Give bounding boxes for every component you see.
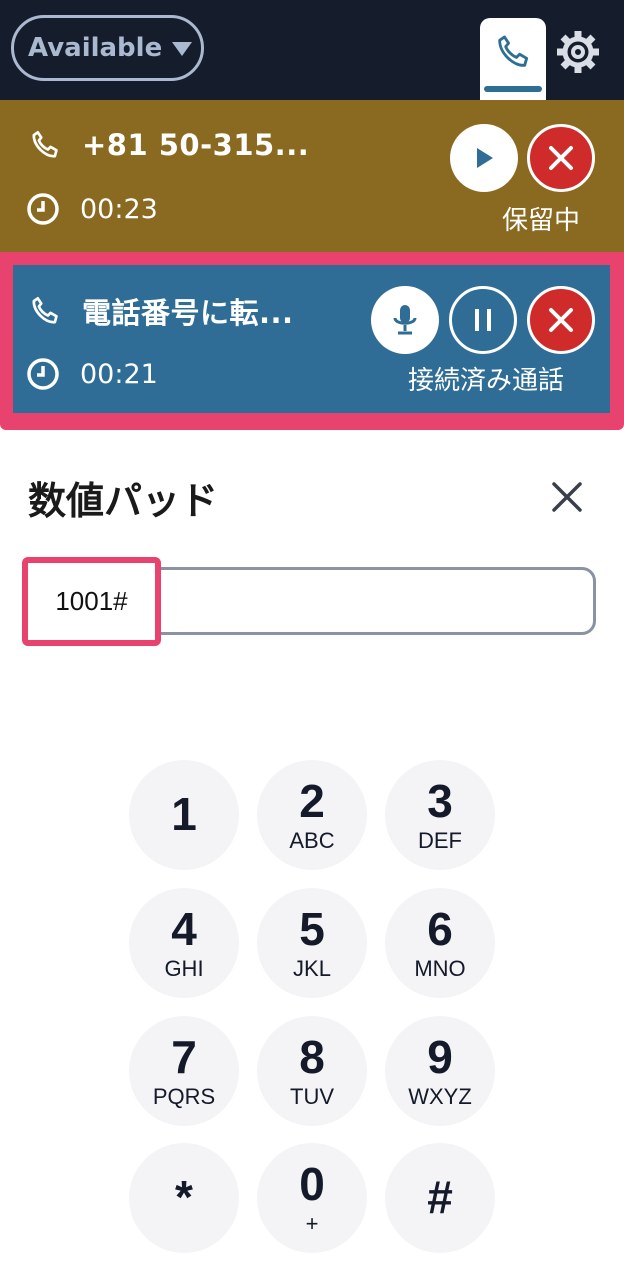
hold-button[interactable]	[449, 286, 517, 354]
pause-icon	[475, 309, 491, 331]
key-letters: TUV	[290, 1084, 334, 1109]
tab-active-indicator	[484, 86, 542, 92]
key-letters: JKL	[293, 956, 331, 981]
resume-button[interactable]	[450, 124, 518, 192]
call-card-on-hold: +81 50-315... 00:23 保留中	[0, 100, 624, 252]
keypad-key-1[interactable]: 1	[129, 760, 239, 870]
keypad-key-2[interactable]: 2 ABC	[257, 760, 367, 870]
keypad-key-6[interactable]: 6 MNO	[385, 888, 495, 998]
call-state-label: 保留中	[502, 206, 581, 236]
key-digit: 8	[299, 1031, 325, 1083]
dial-input-value: 1001#	[22, 557, 161, 646]
key-digit: 0	[299, 1158, 325, 1210]
key-digit: 5	[299, 903, 325, 955]
key-letters: MNO	[414, 956, 466, 981]
key-digit: 4	[171, 903, 197, 955]
caller-number: 電話番号に転...	[82, 296, 294, 330]
call-timer: 00:23	[80, 193, 158, 225]
keypad-key-8[interactable]: 8 TUV	[257, 1016, 367, 1126]
keypad-key-5[interactable]: 5 JKL	[257, 888, 367, 998]
phone-icon	[28, 128, 62, 162]
key-digit: 9	[427, 1031, 453, 1083]
keypad-key-9[interactable]: 9 WXYZ	[385, 1016, 495, 1126]
caret-down-icon	[172, 42, 193, 56]
key-letters: +	[305, 1211, 319, 1236]
close-icon	[549, 146, 573, 170]
key-letters: WXYZ	[408, 1084, 472, 1109]
call-timer: 00:21	[80, 358, 158, 390]
status-label: Available	[28, 33, 163, 63]
call-state-label: 接続済み通話	[408, 366, 565, 396]
tab-phone[interactable]	[480, 18, 546, 100]
gear-icon[interactable]	[554, 28, 602, 76]
clock-icon	[26, 357, 60, 391]
key-digit: #	[427, 1171, 453, 1223]
key-digit: *	[175, 1171, 193, 1223]
close-icon	[549, 308, 573, 332]
keypad-key-hash[interactable]: #	[385, 1143, 495, 1253]
close-icon[interactable]	[546, 476, 588, 518]
keypad-key-4[interactable]: 4 GHI	[129, 888, 239, 998]
keypad-key-7[interactable]: 7 PQRS	[129, 1016, 239, 1126]
key-digit: 6	[427, 903, 453, 955]
key-letters: PQRS	[152, 1084, 216, 1109]
end-call-button[interactable]	[527, 286, 595, 354]
key-letters: DEF	[418, 828, 462, 853]
key-digit: 7	[171, 1031, 197, 1083]
key-digit: 3	[427, 775, 453, 827]
end-call-button[interactable]	[527, 124, 595, 192]
keypad-key-0[interactable]: 0 +	[257, 1143, 367, 1253]
top-bar: Available	[0, 0, 624, 100]
phone-icon	[498, 35, 529, 67]
key-digit: 1	[171, 788, 197, 840]
key-letters: GHI	[164, 956, 204, 981]
mute-button[interactable]	[371, 286, 439, 354]
clock-icon	[26, 192, 60, 226]
call-card-connected: 電話番号に転... 00:21 接続済み通話	[13, 265, 610, 413]
keypad-key-star[interactable]: *	[129, 1143, 239, 1253]
microphone-icon	[393, 305, 417, 335]
status-dropdown[interactable]: Available	[11, 15, 204, 81]
play-icon	[477, 148, 493, 168]
caller-number: +81 50-315...	[82, 128, 310, 162]
key-digit: 2	[299, 775, 325, 827]
keypad-key-3[interactable]: 3 DEF	[385, 760, 495, 870]
page-title: 数値パッド	[28, 479, 219, 523]
key-letters: ABC	[289, 828, 335, 853]
phone-icon	[28, 294, 62, 328]
